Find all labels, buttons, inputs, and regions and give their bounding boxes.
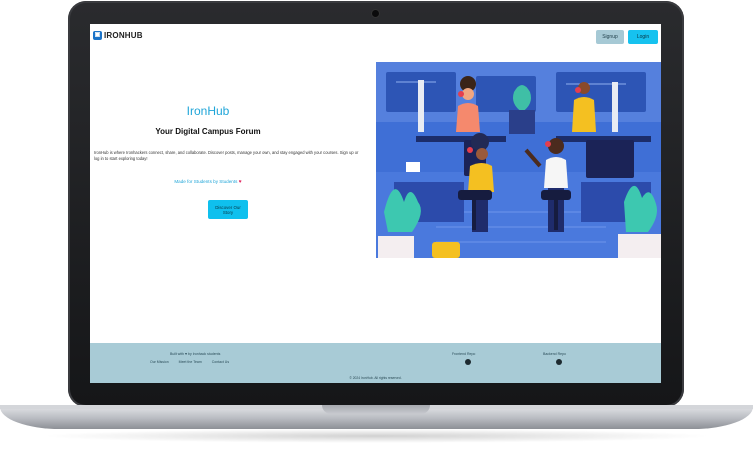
made-by-text: Made for Students by Students <box>174 179 238 184</box>
signup-button[interactable]: Signup <box>596 30 624 44</box>
hero-illustration <box>376 62 661 258</box>
frontend-repo-title: Frontend Repo <box>452 352 476 356</box>
laptop-notch <box>322 405 430 414</box>
call-center-illustration <box>376 62 661 258</box>
login-button[interactable]: Login <box>628 30 658 44</box>
made-by-line: Made for Students by Students ♥ <box>90 179 326 185</box>
laptop-shadow <box>40 429 713 443</box>
footer-link-team[interactable]: Meet the Team <box>179 360 202 364</box>
footer-links: Our Mission Meet the Team Contact Us <box>150 360 229 364</box>
footer-link-mission[interactable]: Our Mission <box>150 360 169 364</box>
footer: Built with ♥ by Ironhack students Our Mi… <box>90 343 661 383</box>
hero-subtitle: Your Digital Campus Forum <box>155 127 261 136</box>
footer-link-contact[interactable]: Contact Us <box>212 360 229 364</box>
webcam <box>372 10 379 17</box>
hero-description: IronHub is where Ironhackers connect, sh… <box>94 150 359 161</box>
brand-name: IRONHUB <box>104 31 143 40</box>
github-icon[interactable] <box>556 359 562 365</box>
footer-made-with: Built with ♥ by Ironhack students <box>170 352 221 356</box>
navbar: ▣ IRONHUB Signup Login <box>90 24 661 50</box>
brand-logo[interactable]: ▣ IRONHUB <box>93 31 143 40</box>
heart-icon: ♥ <box>238 179 242 185</box>
copyright: © 2024 IronHub. All rights reserved. <box>349 376 402 380</box>
github-icon[interactable] <box>465 359 471 365</box>
backend-repo-title: Backend Repo <box>543 352 566 356</box>
browser-screen: ▣ IRONHUB Signup Login IronHub Your Digi… <box>90 24 661 383</box>
hero-title: IronHub <box>186 104 230 118</box>
discover-story-button[interactable]: Discover Our Story <box>208 200 248 219</box>
ironhub-logo-icon: ▣ <box>93 31 102 40</box>
